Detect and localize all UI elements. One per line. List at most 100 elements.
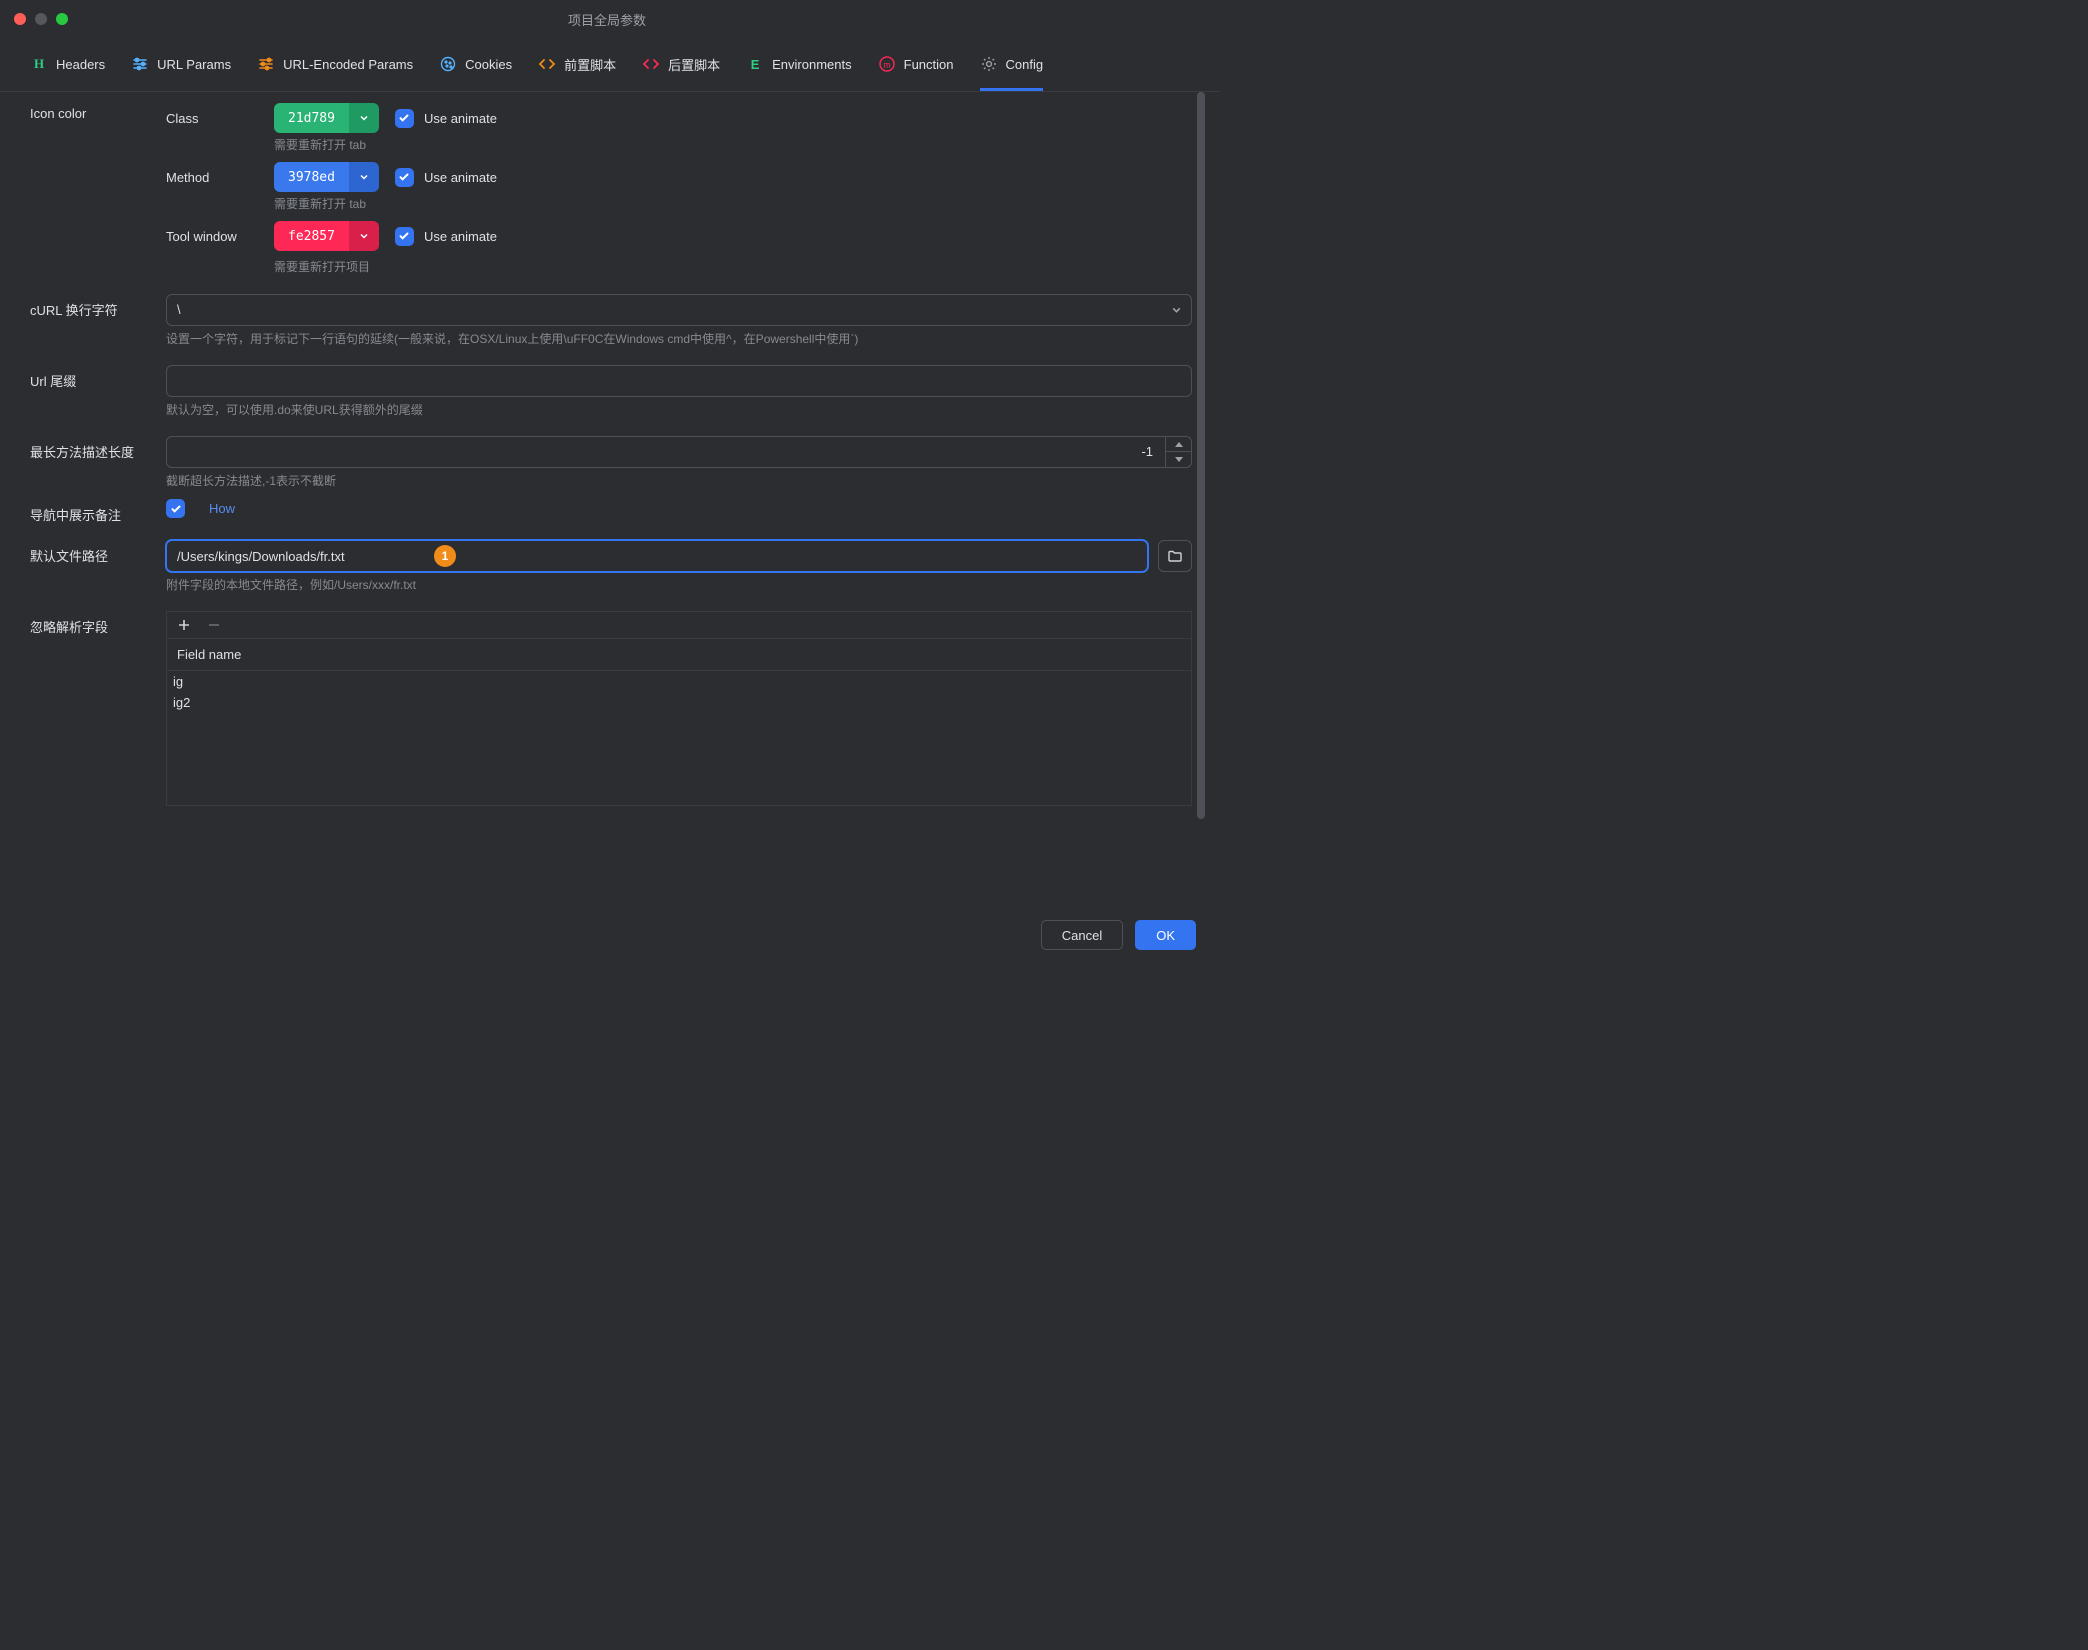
tab-url-params[interactable]: URL Params bbox=[131, 50, 231, 91]
class-animate-checkbox[interactable] bbox=[395, 109, 414, 128]
toolwindow-hint-bottom: 需要重新打开项目 bbox=[274, 258, 1192, 277]
method-animate-checkbox[interactable] bbox=[395, 168, 414, 187]
spinner-up-icon[interactable] bbox=[1166, 437, 1191, 453]
function-icon: m bbox=[878, 55, 896, 73]
field-label: 最长方法描述长度 bbox=[30, 436, 166, 461]
field-label: Tool window bbox=[166, 229, 274, 244]
tab-label: URL-Encoded Params bbox=[283, 57, 413, 72]
table-toolbar bbox=[167, 612, 1191, 639]
add-row-button[interactable] bbox=[177, 618, 191, 632]
tab-label: Environments bbox=[772, 57, 851, 72]
icon-color-toolwindow-row: Tool window fe2857 bbox=[166, 218, 1192, 254]
env-icon: E bbox=[746, 55, 764, 73]
browse-button[interactable] bbox=[1158, 540, 1192, 572]
cookie-icon bbox=[439, 55, 457, 73]
spinner-down-icon[interactable] bbox=[1166, 452, 1191, 467]
code-icon bbox=[538, 55, 556, 73]
code-icon bbox=[642, 55, 660, 73]
checkbox-label: Use animate bbox=[424, 229, 497, 244]
dialog-footer: Cancel OK bbox=[0, 906, 1220, 964]
tab-function[interactable]: m Function bbox=[878, 50, 954, 91]
tab-label: Headers bbox=[56, 57, 105, 72]
default-file-path-hint: 附件字段的本地文件路径，例如/Users/xxx/fr.txt bbox=[166, 576, 1192, 595]
how-link[interactable]: How bbox=[209, 501, 235, 516]
method-color-picker[interactable]: 3978ed bbox=[274, 162, 379, 192]
row-default-file-path: 默认文件路径 1 附件字段的本地文件路径，例如/Users/x bbox=[30, 532, 1192, 603]
default-file-path-input[interactable] bbox=[166, 540, 1148, 572]
gear-icon bbox=[980, 55, 998, 73]
tab-bar: H Headers URL Params URL-Encoded Params … bbox=[0, 38, 1220, 92]
tab-post-script[interactable]: 后置脚本 bbox=[642, 50, 720, 91]
url-suffix-hint: 默认为空，可以使用.do来使URL获得额外的尾缀 bbox=[166, 401, 1192, 420]
field-label: 默认文件路径 bbox=[30, 540, 166, 565]
tab-environments[interactable]: E Environments bbox=[746, 50, 851, 91]
table-empty-area bbox=[167, 713, 1191, 805]
curl-newline-hint: 设置一个字符，用于标记下一行语句的延续(一般来说，在OSX/Linux上使用\u… bbox=[166, 330, 1192, 349]
table-column-header: Field name bbox=[167, 639, 1191, 671]
chevron-down-icon bbox=[1171, 304, 1182, 315]
method-hint: 需要重新打开 tab bbox=[274, 136, 1192, 155]
row-max-method-length: 最长方法描述长度 截断超长方法描述,-1表示不截断 bbox=[30, 428, 1192, 499]
row-icon-color: Icon color Class 21d789 bbox=[30, 92, 1192, 286]
tab-headers[interactable]: H Headers bbox=[30, 50, 105, 91]
cancel-button[interactable]: Cancel bbox=[1041, 920, 1123, 950]
field-label: Method bbox=[166, 170, 274, 185]
toolwindow-color-picker[interactable]: fe2857 bbox=[274, 221, 379, 251]
checkbox-label: Use animate bbox=[424, 111, 497, 126]
checkbox-label: Use animate bbox=[424, 170, 497, 185]
ignore-fields-table: Field name ig ig2 bbox=[166, 611, 1192, 806]
toolwindow-hint-top: 需要重新打开 tab bbox=[274, 195, 1192, 214]
tab-url-encoded-params[interactable]: URL-Encoded Params bbox=[257, 50, 413, 91]
sliders-icon bbox=[131, 55, 149, 73]
field-label: 导航中展示备注 bbox=[30, 499, 166, 524]
icon-color-method-row: Method 3978ed Use bbox=[166, 159, 1192, 195]
field-label: Url 尾缀 bbox=[30, 365, 166, 390]
color-value: 3978ed bbox=[274, 162, 349, 192]
color-value: fe2857 bbox=[274, 221, 349, 251]
headers-icon: H bbox=[30, 55, 48, 73]
tab-label: Config bbox=[1006, 57, 1044, 72]
window-title: 项目全局参数 bbox=[8, 10, 1206, 29]
tab-label: 前置脚本 bbox=[564, 55, 616, 74]
tab-label: URL Params bbox=[157, 57, 231, 72]
field-label: 忽略解析字段 bbox=[30, 611, 166, 636]
chevron-down-icon bbox=[349, 162, 379, 192]
chevron-down-icon bbox=[349, 221, 379, 251]
tab-cookies[interactable]: Cookies bbox=[439, 50, 512, 91]
titlebar: 项目全局参数 bbox=[0, 0, 1220, 38]
toolwindow-animate-checkbox[interactable] bbox=[395, 227, 414, 246]
table-row[interactable]: ig2 bbox=[167, 692, 1191, 713]
row-url-suffix: Url 尾缀 默认为空，可以使用.do来使URL获得额外的尾缀 bbox=[30, 357, 1192, 428]
url-suffix-input[interactable] bbox=[166, 365, 1192, 397]
row-curl-newline: cURL 换行字符 设置一个字符，用于标记下一行语句的延续(一般来说，在OSX/… bbox=[30, 286, 1192, 357]
field-label: cURL 换行字符 bbox=[30, 294, 166, 319]
sliders-alt-icon bbox=[257, 55, 275, 73]
chevron-down-icon bbox=[349, 103, 379, 133]
tab-pre-script[interactable]: 前置脚本 bbox=[538, 50, 616, 91]
svg-text:m: m bbox=[883, 60, 890, 70]
annotation-badge: 1 bbox=[434, 545, 456, 567]
ok-button[interactable]: OK bbox=[1135, 920, 1196, 950]
scrollbar-thumb[interactable] bbox=[1197, 92, 1205, 819]
field-label: Class bbox=[166, 111, 274, 126]
curl-newline-select[interactable] bbox=[166, 294, 1192, 326]
number-spinner[interactable] bbox=[1166, 436, 1192, 468]
max-method-length-hint: 截断超长方法描述,-1表示不截断 bbox=[166, 472, 1192, 491]
row-show-remark: 导航中展示备注 How bbox=[30, 499, 1192, 532]
class-color-picker[interactable]: 21d789 bbox=[274, 103, 379, 133]
color-value: 21d789 bbox=[274, 103, 349, 133]
tab-label: Cookies bbox=[465, 57, 512, 72]
remove-row-button[interactable] bbox=[207, 618, 221, 632]
icon-color-class-row: Class 21d789 Use bbox=[166, 100, 1192, 136]
tab-config[interactable]: Config bbox=[980, 50, 1044, 91]
config-panel: Icon color Class 21d789 bbox=[30, 92, 1206, 900]
tab-label: 后置脚本 bbox=[668, 55, 720, 74]
show-remark-checkbox[interactable] bbox=[166, 499, 185, 518]
max-method-length-input[interactable] bbox=[166, 436, 1166, 468]
section-label: Icon color bbox=[30, 100, 166, 121]
row-ignore-fields: 忽略解析字段 Field name ig ig2 bbox=[30, 603, 1192, 814]
tab-label: Function bbox=[904, 57, 954, 72]
folder-icon bbox=[1167, 548, 1183, 564]
scrollbar-track[interactable] bbox=[1196, 92, 1206, 900]
table-row[interactable]: ig bbox=[167, 671, 1191, 692]
